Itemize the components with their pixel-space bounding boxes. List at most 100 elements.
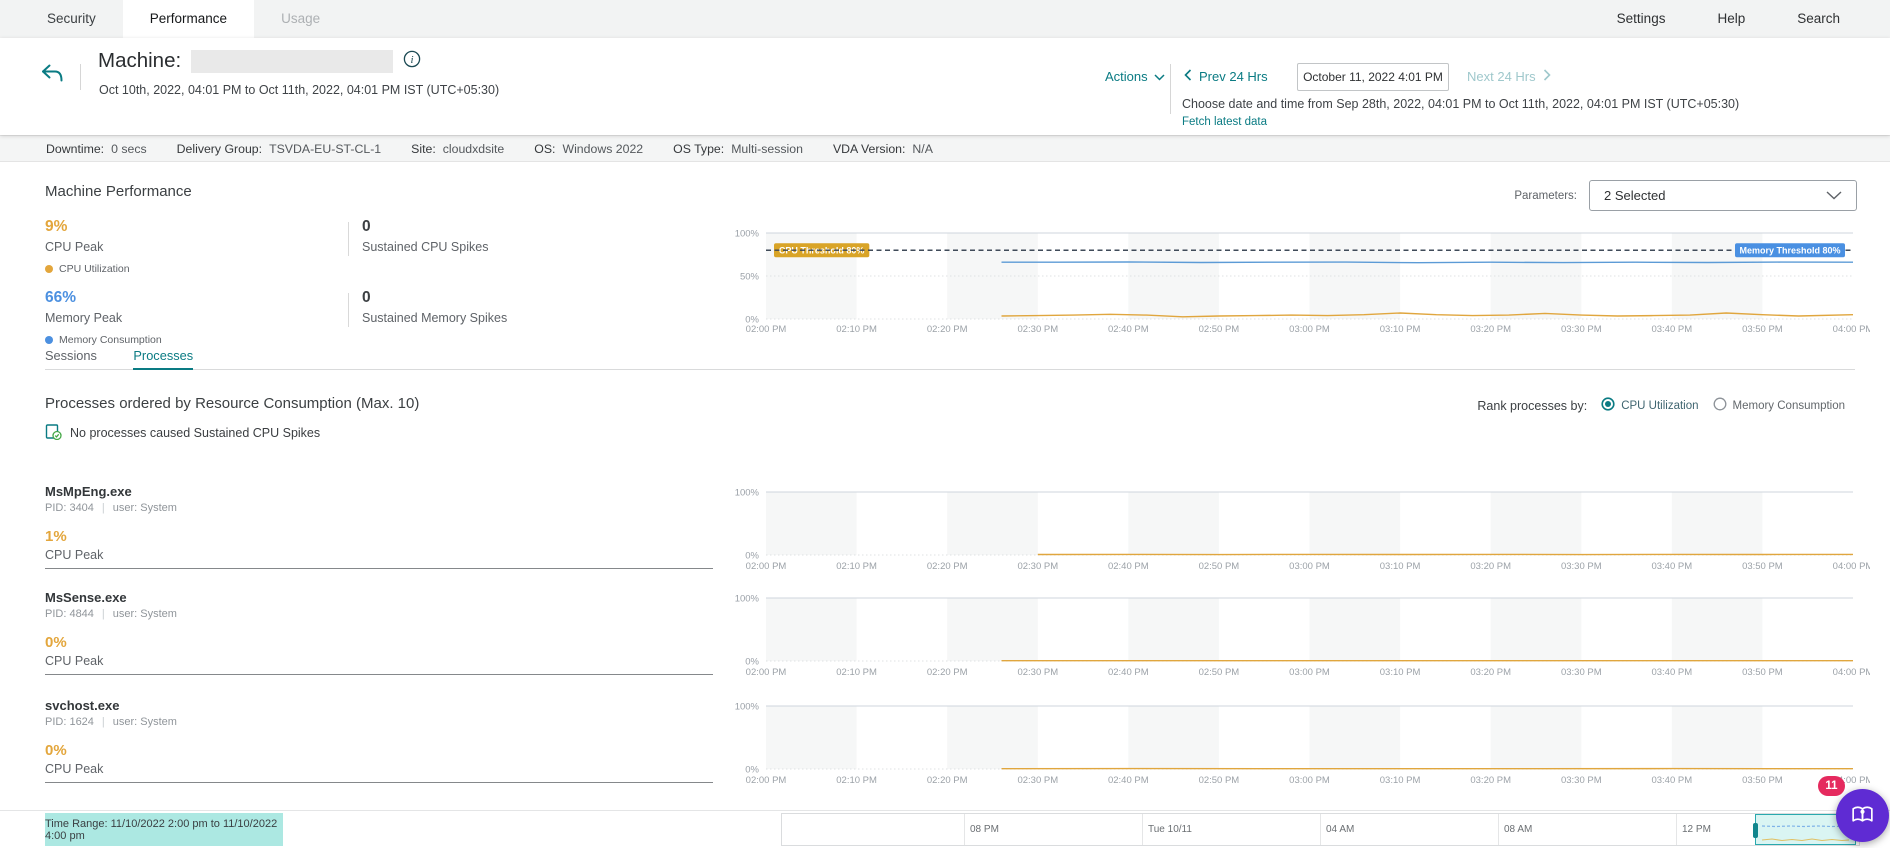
svg-text:02:30 PM: 02:30 PM	[1017, 324, 1058, 335]
tab-usage[interactable]: Usage	[254, 0, 347, 38]
svg-text:02:10 PM: 02:10 PM	[836, 324, 877, 335]
divider	[1170, 64, 1171, 114]
parameters-control: Parameters: 2 Selected	[1514, 180, 1857, 211]
divider	[348, 222, 349, 256]
report-check-icon	[45, 423, 62, 443]
header-controls: Actions Prev 24 Hrs October 11, 2022 4:0…	[1100, 38, 1890, 135]
timeline-gridline	[964, 814, 965, 845]
tab-performance[interactable]: Performance	[123, 0, 254, 38]
fetch-latest-data-link[interactable]: Fetch latest data	[1182, 116, 1267, 128]
process-name: MsSense.exe	[45, 590, 127, 605]
brush-left-handle[interactable]	[1753, 823, 1758, 838]
time-range-tooltip: Time Range: 11/10/2022 2:00 pm to 11/10/…	[45, 813, 283, 846]
divider	[45, 568, 713, 569]
svg-text:02:30 PM: 02:30 PM	[1017, 561, 1058, 572]
info-icon[interactable]: i	[403, 50, 421, 73]
svg-text:0%: 0%	[745, 551, 759, 562]
notification-badge: 11	[1818, 776, 1845, 796]
timeline-gridline	[1498, 814, 1499, 845]
info-field-os-type: OS Type:Multi-session	[673, 142, 803, 156]
detail-tabs: Sessions Processes	[45, 347, 1855, 370]
header-divider	[80, 64, 81, 90]
svg-text:0%: 0%	[745, 765, 759, 776]
guide-widget-button[interactable]	[1836, 789, 1889, 842]
nav-settings[interactable]: Settings	[1617, 0, 1666, 38]
svg-text:02:20 PM: 02:20 PM	[927, 667, 968, 678]
svg-text:100%: 100%	[735, 488, 760, 499]
svg-text:03:50 PM: 03:50 PM	[1742, 561, 1783, 572]
next-label: Next 24 Hrs	[1467, 69, 1536, 84]
parameters-select[interactable]: 2 Selected	[1589, 180, 1857, 211]
nav-search[interactable]: Search	[1797, 0, 1840, 38]
svg-text:03:40 PM: 03:40 PM	[1651, 775, 1692, 786]
svg-text:03:40 PM: 03:40 PM	[1651, 667, 1692, 678]
svg-text:03:50 PM: 03:50 PM	[1742, 667, 1783, 678]
divider	[45, 782, 713, 783]
svg-text:02:50 PM: 02:50 PM	[1199, 775, 1240, 786]
divider	[45, 674, 713, 675]
svg-text:03:30 PM: 03:30 PM	[1561, 775, 1602, 786]
svg-text:03:50 PM: 03:50 PM	[1742, 324, 1783, 335]
svg-text:02:10 PM: 02:10 PM	[836, 561, 877, 572]
date-time-input[interactable]: October 11, 2022 4:01 PM	[1297, 63, 1449, 91]
process-row-mssense: MsSense.exe PID: 4844|user: System 0% CP…	[45, 586, 1855, 690]
info-field-vda-version: VDA Version:N/A	[833, 142, 933, 156]
process-peak-value: 0%	[45, 634, 67, 651]
process-peak-label: CPU Peak	[45, 762, 103, 776]
svg-text:03:30 PM: 03:30 PM	[1561, 324, 1602, 335]
svg-text:03:50 PM: 03:50 PM	[1742, 775, 1783, 786]
svg-text:03:40 PM: 03:40 PM	[1651, 561, 1692, 572]
cpu-legend-dot-icon	[45, 265, 53, 273]
timeline-track[interactable]: 08 PM Tue 10/11 04 AM 08 AM 12 PM	[781, 813, 1860, 846]
memory-legend-dot-icon	[45, 336, 53, 344]
memory-legend-label: Memory Consumption	[59, 334, 162, 346]
chevron-right-icon	[1543, 69, 1551, 84]
top-nav: Security Performance Usage Settings Help…	[0, 0, 1890, 38]
process-name: svchost.exe	[45, 698, 119, 713]
tab-sessions[interactable]: Sessions	[45, 348, 97, 368]
timeline-gridline	[1142, 814, 1143, 845]
svg-text:03:10 PM: 03:10 PM	[1380, 324, 1421, 335]
next-24-hrs-button[interactable]: Next 24 Hrs	[1467, 69, 1551, 84]
svg-text:03:10 PM: 03:10 PM	[1380, 667, 1421, 678]
svg-text:i: i	[411, 53, 414, 65]
tab-security[interactable]: Security	[20, 0, 123, 38]
timeline-gridline	[1676, 814, 1677, 845]
svg-text:03:30 PM: 03:30 PM	[1561, 667, 1602, 678]
process-chart-msmpeng: 0%100%02:00 PM02:10 PM02:20 PM02:30 PM02…	[720, 480, 1870, 582]
date-range-subtitle: Oct 10th, 2022, 04:01 PM to Oct 11th, 20…	[99, 83, 499, 97]
prev-24-hrs-button[interactable]: Prev 24 Hrs	[1184, 69, 1268, 84]
radio-memory-consumption[interactable]: Memory Consumption	[1713, 397, 1845, 414]
svg-text:02:40 PM: 02:40 PM	[1108, 561, 1149, 572]
svg-text:02:00 PM: 02:00 PM	[746, 775, 787, 786]
svg-text:03:20 PM: 03:20 PM	[1470, 775, 1511, 786]
svg-text:03:00 PM: 03:00 PM	[1289, 775, 1330, 786]
svg-text:02:50 PM: 02:50 PM	[1199, 667, 1240, 678]
machine-info-bar: Downtime:0 secs Delivery Group:TSVDA-EU-…	[0, 135, 1890, 162]
chevron-down-icon	[1826, 188, 1842, 203]
svg-text:03:20 PM: 03:20 PM	[1470, 324, 1511, 335]
process-peak-label: CPU Peak	[45, 654, 103, 668]
svg-text:03:20 PM: 03:20 PM	[1470, 667, 1511, 678]
memory-peak-value: 66%	[45, 289, 76, 307]
back-button[interactable]	[40, 62, 64, 87]
parameters-label: Parameters:	[1514, 190, 1577, 202]
nav-help[interactable]: Help	[1717, 0, 1745, 38]
page-header: Machine: i Oct 10th, 2022, 04:01 PM to O…	[0, 38, 1890, 135]
brush-preview	[1756, 831, 1855, 848]
machine-name-redacted	[191, 50, 393, 73]
chevron-left-icon	[1184, 69, 1192, 84]
tab-processes[interactable]: Processes	[133, 348, 193, 370]
actions-menu[interactable]: Actions	[1105, 69, 1165, 84]
radio-unselected-icon	[1713, 397, 1727, 414]
sustained-memory-spikes-value: 0	[362, 289, 371, 307]
section-title-machine-performance: Machine Performance	[45, 183, 192, 200]
sustained-cpu-spikes-label: Sustained CPU Spikes	[362, 240, 488, 254]
svg-text:04:00 PM: 04:00 PM	[1833, 561, 1870, 572]
radio-memory-label: Memory Consumption	[1733, 400, 1845, 412]
process-peak-label: CPU Peak	[45, 548, 103, 562]
prev-label: Prev 24 Hrs	[1199, 69, 1268, 84]
svg-text:50%: 50%	[740, 272, 760, 283]
info-field-delivery-group: Delivery Group:TSVDA-EU-ST-CL-1	[177, 142, 382, 156]
radio-cpu-utilization[interactable]: CPU Utilization	[1601, 397, 1698, 414]
